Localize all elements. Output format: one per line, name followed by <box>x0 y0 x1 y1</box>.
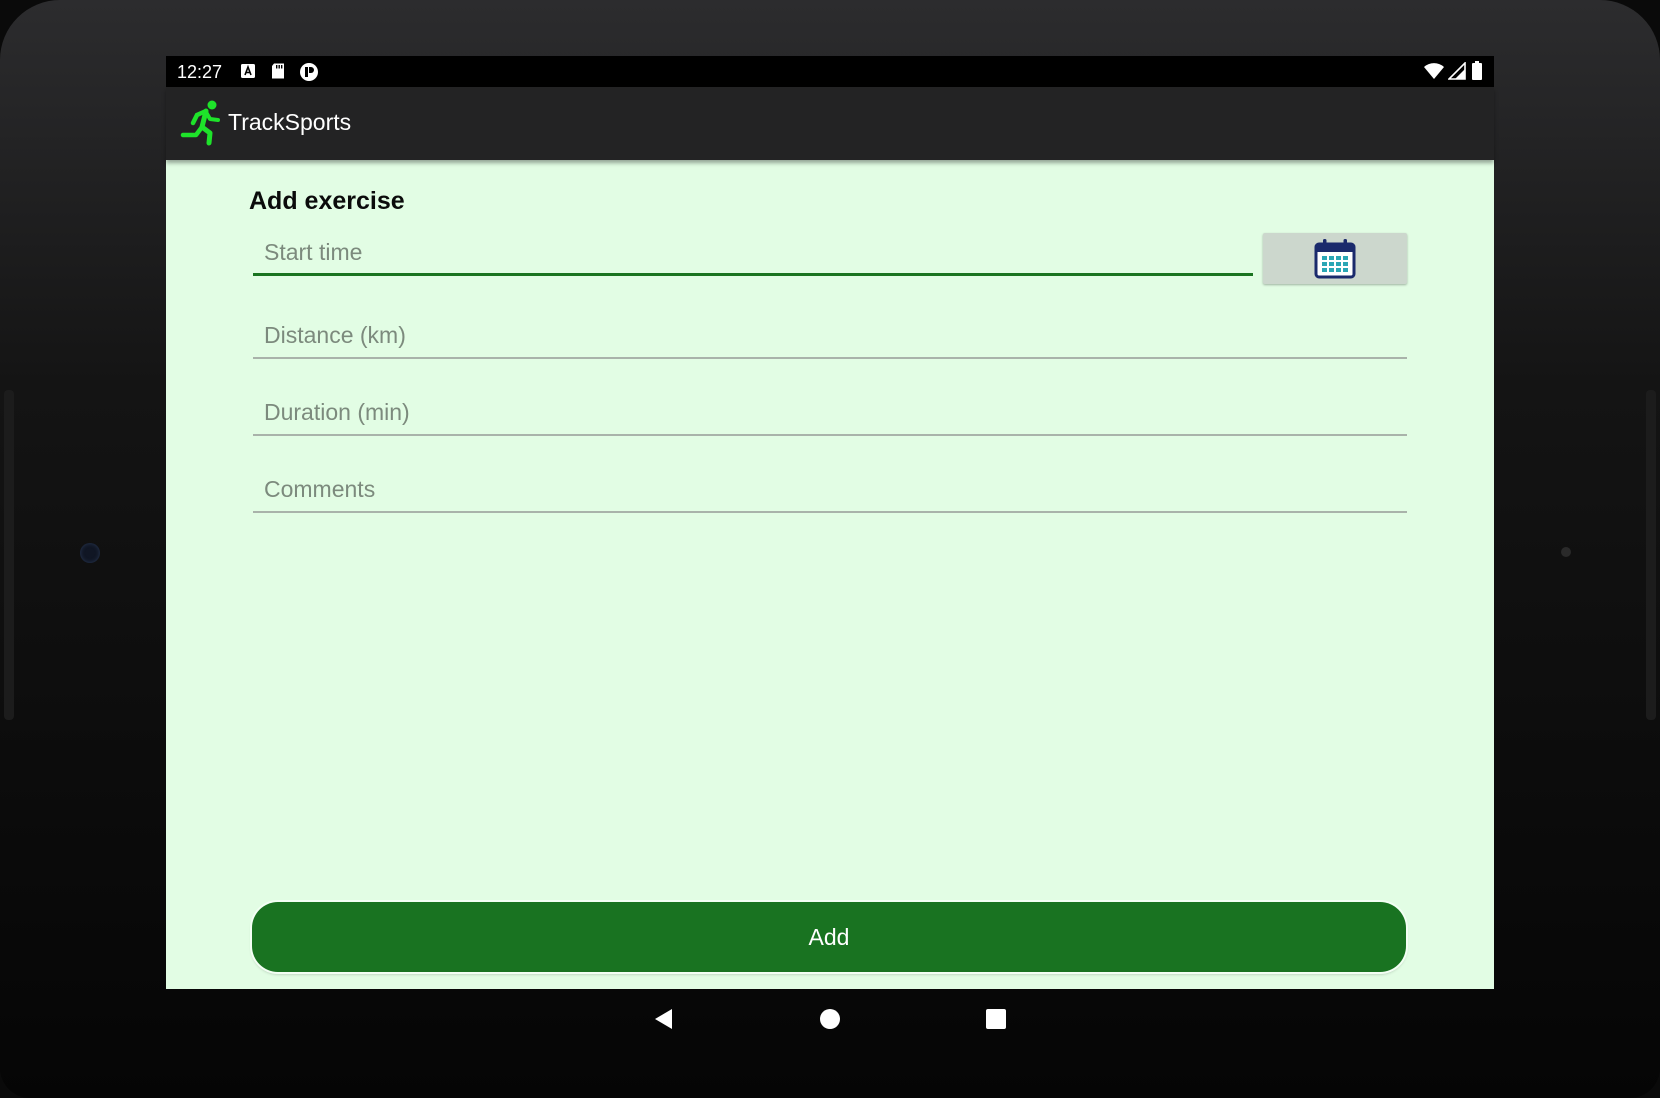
front-camera <box>80 543 100 563</box>
system-nav-bar <box>166 989 1494 1049</box>
status-time: 12:27 <box>177 62 223 82</box>
wifi-icon <box>1423 61 1445 79</box>
running-person-icon <box>179 99 225 147</box>
start-time-input[interactable] <box>253 232 1253 272</box>
date-picker-button[interactable] <box>1263 233 1407 284</box>
page-title: Add exercise <box>249 187 405 215</box>
app-title: TrackSports <box>228 109 352 135</box>
device-side-edge-left <box>4 390 14 720</box>
signal-icon <box>1447 61 1466 80</box>
start-time-underline <box>253 273 1253 276</box>
status-bar: 12:27 <box>166 56 1494 87</box>
duration-field <box>253 392 1407 436</box>
distance-underline <box>253 357 1407 359</box>
add-button[interactable]: Add <box>252 902 1406 972</box>
app-notification-icon <box>299 62 318 81</box>
comments-underline <box>253 511 1407 513</box>
light-sensor <box>1561 547 1571 557</box>
tablet-device-frame: 12:27 TrackSports Add exercise Start tim… <box>0 0 1660 1098</box>
start-time-field <box>253 232 1253 276</box>
comments-field <box>253 469 1407 513</box>
duration-underline <box>253 434 1407 436</box>
back-button[interactable] <box>634 989 694 1049</box>
add-exercise-form: Add exercise Start time Distance (km) Du… <box>166 160 1494 989</box>
duration-input[interactable] <box>253 392 1407 432</box>
calendar-icon <box>1314 239 1356 279</box>
home-button[interactable] <box>800 989 860 1049</box>
battery-icon <box>1471 61 1483 81</box>
distance-input[interactable] <box>253 315 1407 355</box>
recents-icon <box>986 1009 1006 1029</box>
home-icon <box>820 1009 840 1029</box>
app-bar: TrackSports <box>166 87 1494 160</box>
recents-button[interactable] <box>966 989 1026 1049</box>
keyboard-a-icon <box>239 62 257 80</box>
device-screen: 12:27 TrackSports Add exercise Start tim… <box>166 56 1494 989</box>
back-icon <box>655 1009 672 1029</box>
sd-card-icon <box>269 62 287 80</box>
device-side-edge-right <box>1646 390 1656 720</box>
comments-input[interactable] <box>253 469 1407 509</box>
distance-field <box>253 315 1407 359</box>
